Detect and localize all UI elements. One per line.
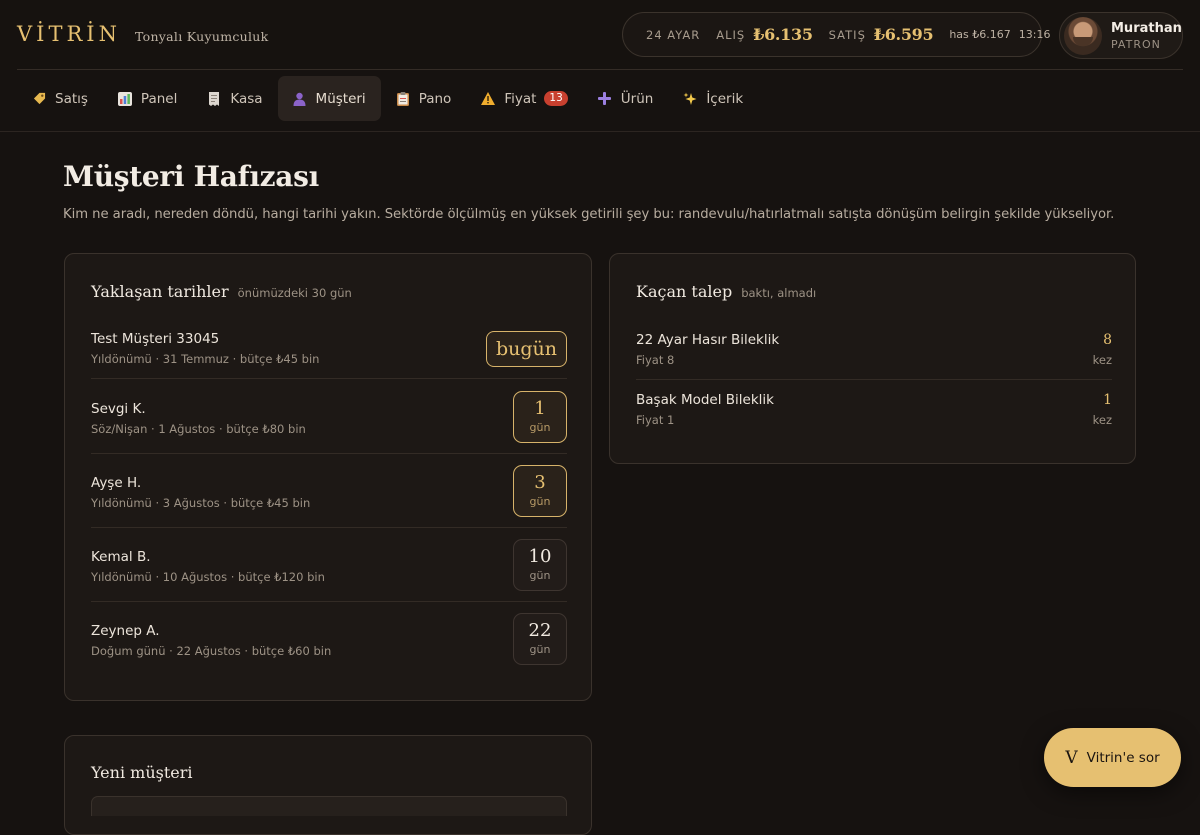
plus-icon — [598, 92, 612, 106]
person-icon — [293, 92, 307, 106]
page-subtitle: Kim ne aradı, nereden döndü, hangi tarih… — [63, 207, 1115, 222]
karat-label: 24 AYAR — [646, 27, 701, 42]
tab-icerik[interactable]: İçerik — [668, 76, 758, 121]
clipboard-icon — [396, 91, 410, 106]
product-name: Başak Model Bileklik — [636, 392, 774, 408]
days-left-number: 3 — [534, 472, 546, 493]
customer-meta: Doğum günü · 22 Ağustos · bütçe ₺60 bin — [91, 644, 332, 658]
customer-meta: Yıldönümü · 3 Ağustos · bütçe ₺45 bin — [91, 496, 311, 510]
product-meta: Fiyat 8 — [636, 353, 675, 367]
ask-vitrin-label: Vitrin'e sor — [1086, 749, 1160, 766]
tab-label: Satış — [55, 90, 88, 107]
list-item[interactable]: Zeynep A. Doğum günü · 22 Ağustos · bütç… — [91, 602, 567, 676]
product-name: 22 Ayar Hasır Bileklik — [636, 332, 780, 348]
tab-label: İçerik — [706, 90, 744, 107]
list-item[interactable]: Sevgi K. Söz/Nişan · 1 Ağustos · bütçe ₺… — [91, 379, 567, 454]
customer-meta: Söz/Nişan · 1 Ağustos · bütçe ₺80 bin — [91, 422, 306, 436]
customer-meta: Yıldönümü · 10 Ağustos · bütçe ₺120 bin — [91, 570, 325, 584]
days-left-unit: gün — [529, 569, 551, 582]
tab-label: Pano — [418, 90, 452, 107]
top-bar: VİTRİN Tonyalı Kuyumculuk 24 AYAR ALIŞ ₺… — [0, 0, 1200, 70]
tab-label: Müşteri — [315, 90, 366, 107]
tag-icon — [32, 92, 46, 106]
user-menu[interactable]: Murathan PATRON — [1059, 12, 1183, 59]
days-left-unit: gün — [529, 643, 551, 656]
days-left-number: 1 — [534, 398, 546, 419]
buy-price: ₺6.135 — [753, 25, 813, 44]
tab-musteri[interactable]: Müşteri — [277, 76, 381, 121]
tab-urun[interactable]: Ürün — [583, 76, 669, 121]
user-role: PATRON — [1111, 37, 1161, 51]
tab-satis[interactable]: Satış — [17, 76, 103, 121]
ask-vitrin-button[interactable]: V Vitrin'e sor — [1044, 728, 1181, 787]
sell-price: ₺6.595 — [873, 25, 934, 44]
days-left-badge: 22 gün — [513, 613, 567, 665]
customer-name: Zeynep A. — [91, 623, 160, 639]
list-item[interactable]: Test Müşteri 33045 Yıldönümü · 31 Temmuz… — [91, 331, 567, 379]
tab-pano[interactable]: Pano — [381, 76, 467, 121]
list-item[interactable]: Başak Model Bileklik Fiyat 1 1 kez — [636, 392, 1112, 440]
bar-chart-icon — [117, 91, 132, 106]
upcoming-dates-card: Yaklaşan tarihler önümüzdeki 30 gün Test… — [64, 253, 592, 701]
days-left-number: 22 — [528, 620, 552, 641]
brand[interactable]: VİTRİN Tonyalı Kuyumculuk — [17, 22, 269, 46]
list-item[interactable]: 22 Ayar Hasır Bileklik Fiyat 8 8 kez — [636, 332, 1112, 380]
tab-panel[interactable]: Panel — [103, 76, 192, 121]
header-divider — [17, 69, 1183, 70]
today-badge: bugün — [485, 331, 567, 367]
brand-subtitle: Tonyalı Kuyumculuk — [134, 29, 269, 44]
card-title: Kaçan talep — [636, 282, 733, 301]
card-title: Yeni müşteri — [91, 763, 193, 782]
price-alert-badge: 13 — [544, 91, 568, 106]
tab-label: Ürün — [620, 90, 654, 107]
tab-label: Panel — [140, 90, 178, 107]
gold-price-ticker: 24 AYAR ALIŞ ₺6.135 SATIŞ ₺6.595 has ₺6.… — [622, 12, 1050, 57]
has-price: has ₺6.167 — [949, 28, 1011, 41]
days-left-number: 10 — [528, 546, 552, 567]
list-item[interactable]: Ayşe H. Yıldönümü · 3 Ağustos · bütçe ₺4… — [91, 454, 567, 528]
miss-count-unit: kez — [1092, 413, 1112, 427]
days-left-unit: gün — [529, 495, 551, 508]
tab-kasa[interactable]: Kasa — [192, 76, 277, 121]
miss-count-number: 1 — [1103, 392, 1112, 408]
new-customer-card: Yeni müşteri — [64, 735, 592, 835]
receipt-icon — [207, 91, 221, 106]
sell-label: SATIŞ — [828, 27, 866, 42]
avatar — [1064, 16, 1102, 55]
miss-count-unit: kez — [1092, 353, 1112, 367]
page-title: Müşteri Hafızası — [63, 160, 319, 193]
warning-icon — [481, 92, 496, 106]
days-left-badge: 1 gün — [513, 391, 567, 443]
customer-name: Kemal B. — [91, 549, 151, 565]
user-name: Murathan — [1111, 20, 1182, 36]
customer-name: Ayşe H. — [91, 475, 142, 491]
buy-label: ALIŞ — [716, 27, 746, 42]
assistant-logo-icon: V — [1065, 747, 1078, 768]
miss-count: 8 kez — [1093, 332, 1112, 367]
tab-label: Kasa — [230, 90, 263, 107]
list-item[interactable]: Kemal B. Yıldönümü · 10 Ağustos · bütçe … — [91, 528, 567, 602]
miss-count: 1 kez — [1093, 392, 1112, 427]
ticker-time: 13:16 — [1018, 28, 1051, 41]
product-meta: Fiyat 1 — [636, 413, 675, 427]
new-customer-input[interactable] — [91, 796, 567, 816]
tab-fiyat[interactable]: Fiyat 13 — [466, 76, 582, 121]
miss-count-number: 8 — [1103, 332, 1112, 348]
card-title: Yaklaşan tarihler — [91, 282, 229, 301]
nav-divider — [0, 131, 1200, 132]
customer-name: Sevgi K. — [91, 401, 146, 417]
main-nav: Satış Panel Kasa Müşteri Pano Fiyat 13 Ü… — [17, 76, 758, 121]
brand-logo: VİTRİN — [17, 22, 121, 46]
days-left-badge: 3 gün — [513, 465, 567, 517]
days-left-unit: gün — [529, 421, 551, 434]
tab-label: Fiyat — [504, 90, 537, 107]
card-hint: önümüzdeki 30 gün — [237, 286, 352, 300]
lost-demand-card: Kaçan talep baktı, almadı 22 Ayar Hasır … — [609, 253, 1136, 464]
card-hint: baktı, almadı — [741, 286, 817, 300]
days-left-badge: 10 gün — [513, 539, 567, 591]
sparkles-icon — [683, 92, 697, 106]
